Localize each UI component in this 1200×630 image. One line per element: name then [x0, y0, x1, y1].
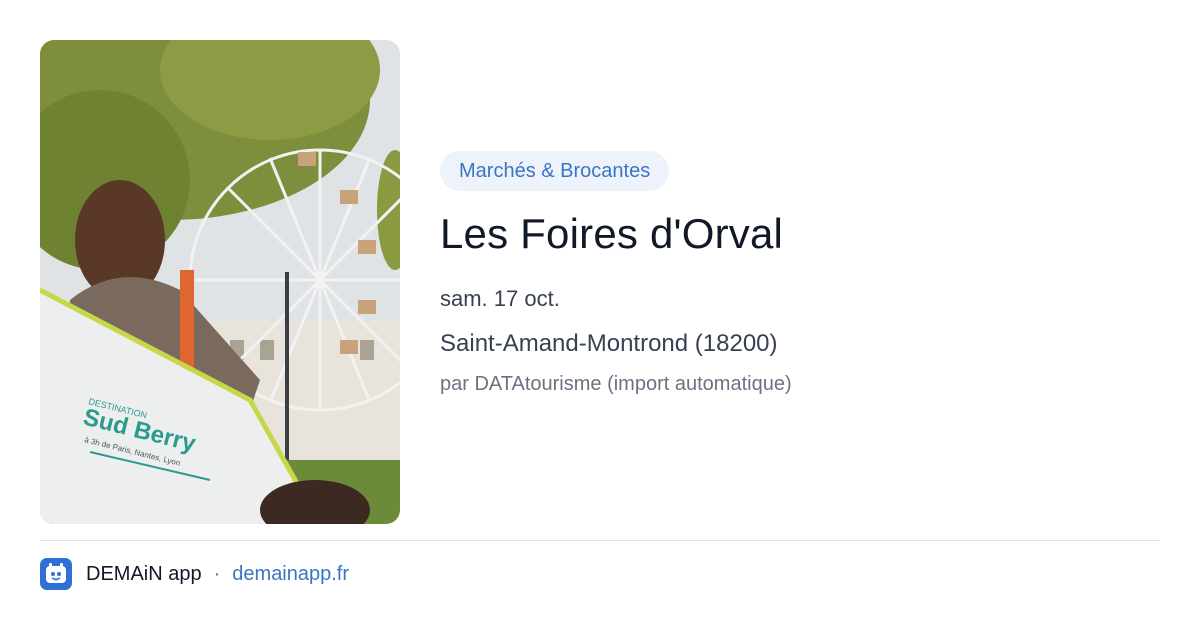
event-photo: DESTINATION Sud Berry à 3h de Paris, Nan… [40, 40, 400, 524]
footer: DEMAiN app · demainapp.fr [40, 558, 349, 590]
event-source: par DATAtourisme (import automatique) [440, 373, 792, 395]
event-info: Marchés & Brocantes Les Foires d'Orval s… [440, 151, 1160, 397]
event-date: sam. 17 oct. [440, 286, 560, 311]
event-location: Saint-Amand-Montrond (18200) [440, 330, 778, 357]
app-logo-icon [40, 558, 72, 590]
separator: · [213, 562, 221, 585]
app-link[interactable]: demainapp.fr [232, 563, 349, 586]
app-name: DEMAiN app [86, 562, 202, 585]
event-title: Les Foires d'Orval [440, 210, 784, 257]
category-badge[interactable]: Marchés & Brocantes [440, 151, 670, 191]
divider [40, 540, 1160, 541]
